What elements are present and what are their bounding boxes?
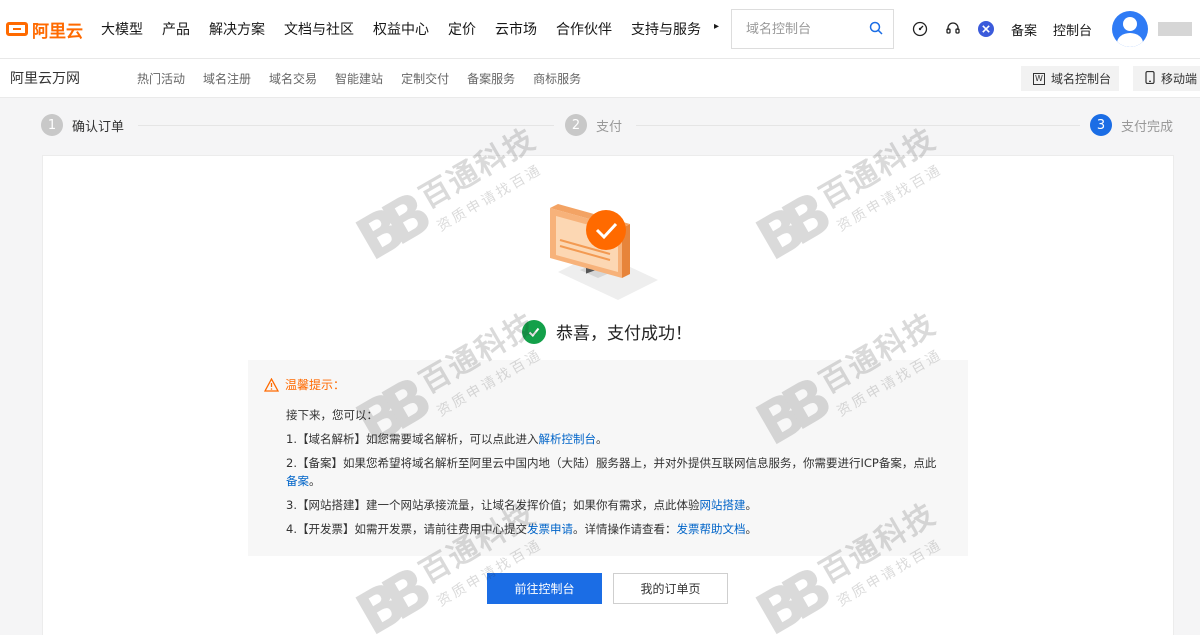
tips-header: 温馨提示： [264,376,952,393]
step-divider [138,125,554,126]
step-number: 3 [1090,114,1112,136]
sub-links: 热门活动 域名注册 域名交易 智能建站 定制交付 备案服务 商标服务 [137,70,599,87]
step-divider [636,125,1080,126]
menu-item-benefits[interactable]: 权益中心 [373,19,429,39]
invoice-help-link[interactable]: 发票帮助文档 [676,522,745,536]
tip-text: 3.【网站搭建】建一个网站承接流量，让域名发挥价值；如果你有需求，点此体验 [286,498,700,512]
step-label: 支付 [596,119,623,135]
main-menu: 大模型 产品 解决方案 文档与社区 权益中心 定价 云市场 合作伙伴 支持与服务… [101,19,719,39]
sub-link-trademark[interactable]: 商标服务 [533,70,581,87]
mobile-label: 移动端 [1161,72,1198,86]
logo-text: 阿里云 [32,21,83,42]
step-number: 1 [41,114,63,136]
console-link[interactable]: 控制台 [1053,20,1092,39]
menu-item-marketplace[interactable]: 云市场 [495,19,537,39]
tip-text: 1.【域名解析】如您需要域名解析，可以点此进入 [286,432,539,446]
search-icon[interactable] [869,20,883,39]
menu-item-models[interactable]: 大模型 [101,19,143,39]
domain-console-icon: W [1033,72,1045,85]
dns-console-link[interactable]: 解析控制台 [538,432,596,446]
tips-title: 温馨提示： [285,378,346,392]
headset-icon[interactable] [945,21,961,37]
mobile-button[interactable]: 移动端 [1133,66,1200,91]
success-banner: 恭喜，支付成功！ [522,319,692,344]
username-redacted[interactable] [1158,22,1193,36]
step-label: 支付完成 [1121,119,1174,135]
tips-body: 接下来，您可以： 1.【域名解析】如您需要域名解析，可以点此进入解析控制台。 2… [286,403,952,541]
tip-end: 。 [595,432,608,446]
check-circle-icon [522,319,546,344]
tip-end: 。 [309,474,321,488]
my-orders-button[interactable]: 我的订单页 [613,573,728,604]
warning-icon [264,377,279,392]
top-nav: 阿里云 大模型 产品 解决方案 文档与社区 权益中心 定价 云市场 合作伙伴 支… [0,0,1200,59]
tip-invoice: 4.【开发票】如需开发票，请前往费用中心提交发票申请。详情操作请查看：发票帮助文… [286,517,952,541]
tip-text: 4.【开发票】如需开发票，请前往费用中心提交 [286,522,527,536]
go-to-console-button[interactable]: 前往控制台 [487,573,602,604]
beian-link[interactable]: 备案 [1011,20,1037,39]
logo-mark-icon [6,22,28,36]
step-confirm-order: 1 确认订单 [41,114,124,136]
order-steps: 1 确认订单 2 支付 3 支付完成 [0,98,1200,154]
invoice-apply-link[interactable]: 发票申请 [527,522,573,536]
menu-item-support[interactable]: 支持与服务 [631,19,701,39]
right-nav: 备案 控制台 [912,0,1193,58]
sub-brand[interactable]: 阿里云万网 [10,68,137,88]
menu-item-pricing[interactable]: 定价 [448,19,476,39]
avatar[interactable] [1112,11,1149,47]
sub-link-custom-delivery[interactable]: 定制交付 [401,70,449,87]
domain-console-label: 域名控制台 [1051,72,1112,86]
sub-link-domain-register[interactable]: 域名注册 [203,70,251,87]
beian-tip-link[interactable]: 备案 [286,474,309,488]
success-message: 恭喜，支付成功！ [556,324,692,344]
sub-link-domain-trade[interactable]: 域名交易 [269,70,317,87]
dashboard-icon[interactable] [912,21,928,37]
tip-dns: 1.【域名解析】如您需要域名解析，可以点此进入解析控制台。 [286,427,952,451]
step-pay: 2 支付 [565,114,622,136]
tip-end: 。 [745,522,757,536]
tip-text: 。详情操作请查看： [572,522,677,536]
aliyun-logo[interactable]: 阿里云 [6,17,83,42]
mobile-icon [1145,70,1155,87]
search-input[interactable] [746,21,856,37]
tips-intro: 接下来，您可以： [286,408,378,422]
menu-item-products[interactable]: 产品 [162,19,190,39]
menu-item-partners[interactable]: 合作伙伴 [556,19,612,39]
tip-website: 3.【网站搭建】建一个网站承接流量，让域名发挥价值；如果你有需求，点此体验网站搭… [286,493,952,517]
search-box [731,9,894,49]
sub-nav: 阿里云万网 热门活动 域名注册 域名交易 智能建站 定制交付 备案服务 商标服务 [0,59,1200,98]
plugin-icon[interactable] [978,21,994,37]
tips-box: 温馨提示： 接下来，您可以： 1.【域名解析】如您需要域名解析，可以点此进入解析… [248,360,968,556]
site-builder-link[interactable]: 网站搭建 [699,498,745,512]
sub-link-hot-events[interactable]: 热门活动 [137,70,185,87]
menu-item-docs[interactable]: 文档与社区 [284,19,354,39]
menu-item-solutions[interactable]: 解决方案 [209,19,265,39]
sub-link-beian-service[interactable]: 备案服务 [467,70,515,87]
sub-link-site-builder[interactable]: 智能建站 [335,70,383,87]
tip-text: 2.【备案】如果您希望将域名解析至阿里云中国内地（大陆）服务器上，并对外提供互联… [286,456,937,470]
step-label: 确认订单 [72,119,125,135]
menu-more-icon[interactable]: ▸ [714,21,719,39]
tip-beian: 2.【备案】如果您希望将域名解析至阿里云中国内地（大陆）服务器上，并对外提供互联… [286,454,952,490]
domain-console-button[interactable]: W 域名控制台 [1021,66,1120,91]
tip-end: 。 [745,498,757,512]
step-payment-complete: 3 支付完成 [1090,114,1173,136]
success-illustration [530,200,660,300]
step-number: 2 [565,114,587,136]
